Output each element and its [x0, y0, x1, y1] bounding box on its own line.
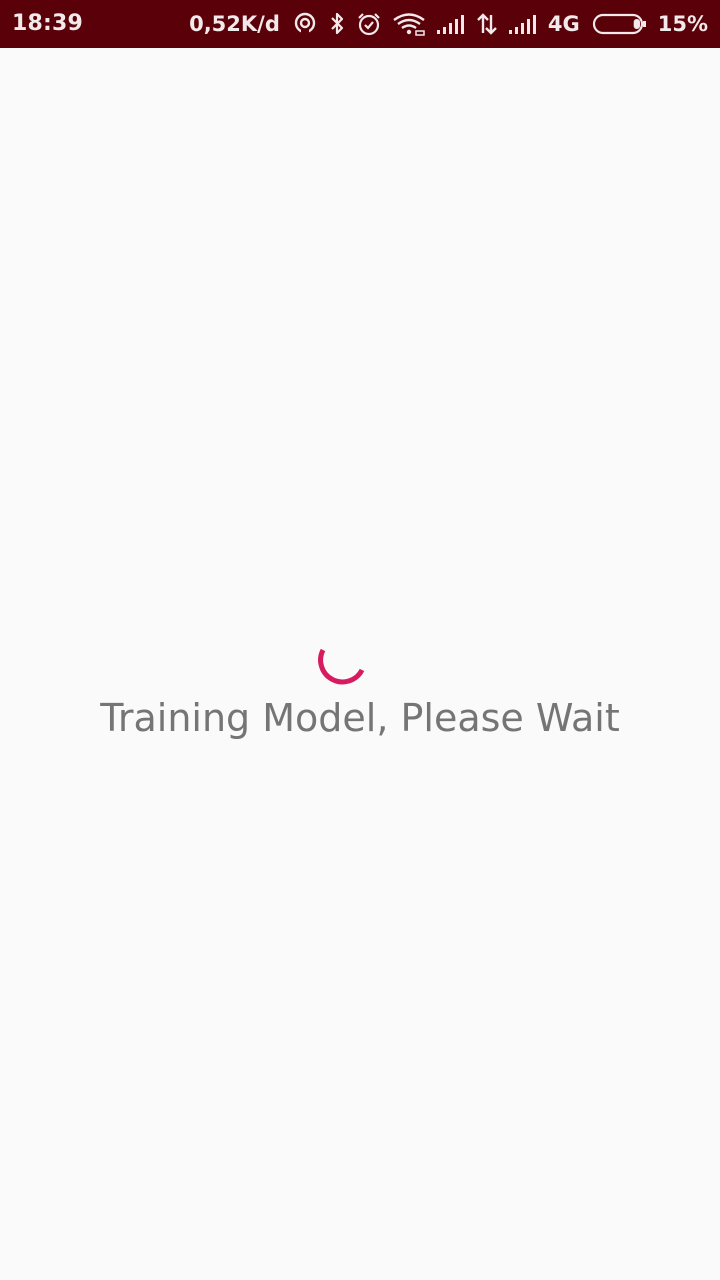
network-speed: 0,52K/d — [189, 12, 280, 36]
data-arrows-icon — [476, 11, 498, 37]
alarm-icon — [356, 11, 382, 37]
loading-spinner — [318, 648, 365, 685]
status-icons: 0,52K/d 4G 15% — [189, 0, 708, 48]
battery-icon — [592, 11, 648, 37]
signal-icon — [436, 11, 466, 37]
bluetooth-icon — [328, 11, 346, 37]
wifi-icon — [392, 11, 426, 37]
loading-message: Training Model, Please Wait — [100, 696, 620, 740]
network-type: 4G — [547, 12, 580, 36]
signal-icon — [508, 11, 538, 37]
status-bar: 18:39 0,52K/d 4G 15% — [0, 0, 720, 48]
battery-percent: 15% — [657, 12, 708, 36]
status-time: 18:39 — [12, 11, 84, 36]
hotspot-icon — [292, 11, 318, 37]
main-content: Training Model, Please Wait — [0, 48, 720, 1280]
